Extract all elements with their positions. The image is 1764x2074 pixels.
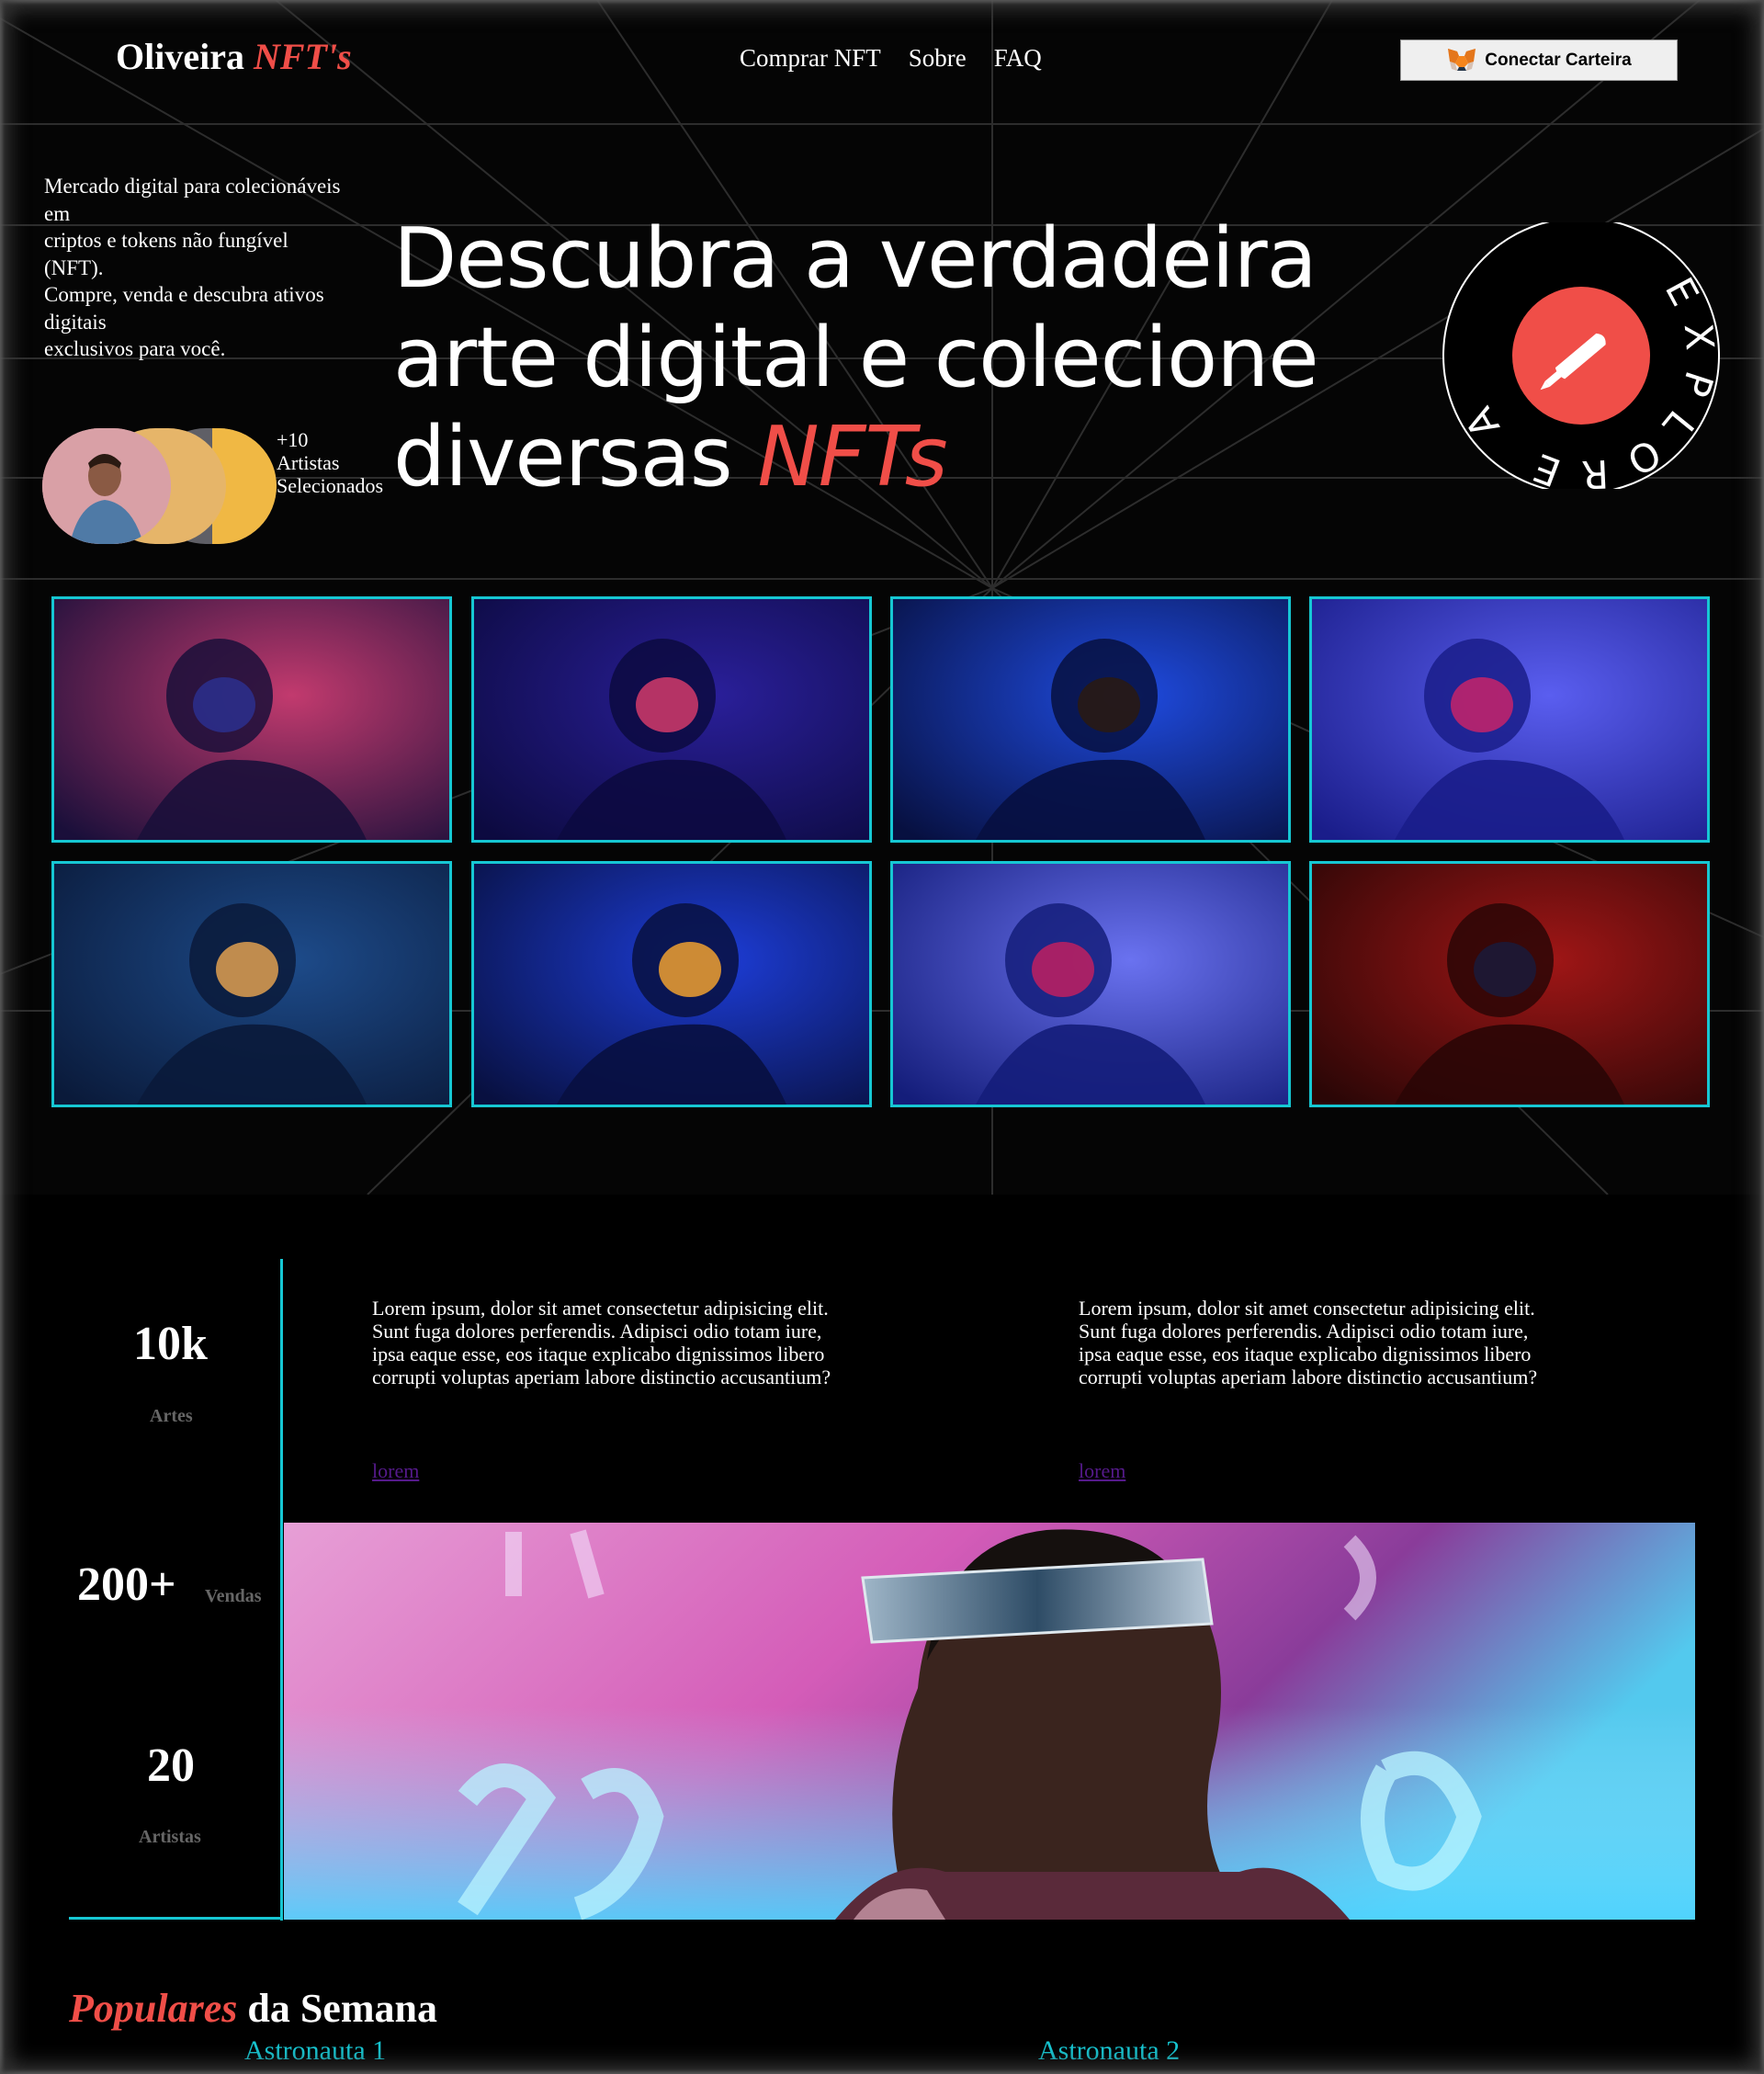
headline-prefix: diversas bbox=[393, 409, 758, 505]
headline-accent: NFTs bbox=[757, 409, 947, 505]
lorem-line: ipsa eaque esse, eos itaque explicabo di… bbox=[372, 1343, 825, 1366]
gallery-tile[interactable] bbox=[1309, 861, 1710, 1107]
featured-banner-image bbox=[284, 1523, 1695, 1920]
headline-line: diversas NFTs bbox=[393, 408, 1404, 507]
intro-line: criptos e tokens não fungível bbox=[44, 229, 288, 252]
lorem-line: corrupti voluptas aperiam labore distinc… bbox=[372, 1366, 831, 1388]
hero-section: Oliveira NFT's Comprar NFT Sobre FAQ Con… bbox=[0, 0, 1764, 1195]
gallery-tile[interactable] bbox=[51, 596, 452, 843]
artwork-astronaut-6 bbox=[474, 864, 869, 1105]
artwork-astronaut-5 bbox=[54, 864, 449, 1105]
logo-name: Oliveira bbox=[116, 36, 244, 77]
popular-item-astronauta-2[interactable]: Astronauta 2 bbox=[1038, 2035, 1180, 2067]
lorem-link[interactable]: lorem bbox=[1079, 1459, 1125, 1483]
explore-art-badge[interactable]: EXPLORE A ARTE bbox=[1441, 222, 1722, 489]
popular-title-accent: Populares bbox=[69, 1986, 238, 2031]
stat-value-artes: 10k bbox=[133, 1318, 208, 1370]
nav-comprar-nft[interactable]: Comprar NFT bbox=[740, 44, 881, 73]
intro-line: Mercado digital para colecionáveis bbox=[44, 175, 341, 198]
intro-line: em bbox=[44, 201, 71, 225]
headline-line: arte digital e colecione bbox=[393, 310, 1319, 406]
gallery-tile[interactable] bbox=[890, 596, 1291, 843]
artwork-astronaut-4 bbox=[1312, 599, 1707, 840]
logo-accent: NFT's bbox=[253, 36, 352, 77]
avatar bbox=[42, 428, 171, 544]
intro-line: digitais bbox=[44, 310, 107, 334]
lorem-block: Lorem ipsum, dolor sit amet consectetur … bbox=[372, 1297, 896, 1388]
lorem-line: Lorem ipsum, dolor sit amet consectetur … bbox=[372, 1297, 829, 1320]
hero-headline: Descubra a verdadeira arte digital e col… bbox=[393, 210, 1404, 507]
intro-line: Compre, venda e descubra ativos bbox=[44, 283, 324, 306]
gallery-tile[interactable] bbox=[1309, 596, 1710, 843]
artists-count-label: Selecionados bbox=[277, 474, 384, 497]
stat-value-vendas: 200+ bbox=[77, 1558, 176, 1611]
popular-section-title: Populares da Semana bbox=[69, 1985, 437, 2032]
stat-value-artistas: 20 bbox=[147, 1740, 195, 1792]
intro-text: Mercado digital para colecionáveis em cr… bbox=[44, 173, 393, 363]
artists-count-label: Artistas bbox=[277, 451, 340, 474]
stat-label-artes: Artes bbox=[150, 1406, 193, 1426]
gallery-tile[interactable] bbox=[890, 861, 1291, 1107]
artists-count: +10 Artistas Selecionados bbox=[277, 428, 383, 497]
lorem-line: Lorem ipsum, dolor sit amet consectetur … bbox=[1079, 1297, 1535, 1320]
lorem-line: Sunt fuga dolores perferendis. Adipisci … bbox=[372, 1320, 822, 1343]
artists-count-number: +10 bbox=[277, 428, 309, 451]
lorem-line: corrupti voluptas aperiam labore distinc… bbox=[1079, 1366, 1538, 1388]
main-nav: Comprar NFT Sobre FAQ bbox=[740, 44, 1042, 73]
stats-divider bbox=[69, 1917, 283, 1920]
artwork-astronaut-2 bbox=[474, 599, 869, 840]
nav-faq[interactable]: FAQ bbox=[994, 44, 1042, 73]
popular-title-rest: da Semana bbox=[237, 1986, 437, 2031]
headline-line: Descubra a verdadeira bbox=[393, 210, 1317, 307]
connect-wallet-button[interactable]: Conectar Carteira bbox=[1400, 40, 1678, 81]
artwork-astronaut-8 bbox=[1312, 864, 1707, 1105]
gallery-tile[interactable] bbox=[51, 861, 452, 1107]
gallery-tile[interactable] bbox=[471, 861, 872, 1107]
artwork-astronaut-1 bbox=[54, 599, 449, 840]
nav-sobre[interactable]: Sobre bbox=[909, 44, 967, 73]
artist-avatars bbox=[42, 428, 281, 544]
stats-divider bbox=[280, 1259, 283, 1921]
popular-item-astronauta-1[interactable]: Astronauta 1 bbox=[244, 2035, 386, 2067]
site-logo[interactable]: Oliveira NFT's bbox=[116, 35, 352, 78]
artwork-astronaut-3 bbox=[893, 599, 1288, 840]
stat-label-artistas: Artistas bbox=[139, 1827, 201, 1847]
artwork-astronaut-7 bbox=[893, 864, 1288, 1105]
wallet-label: Conectar Carteira bbox=[1485, 50, 1632, 70]
intro-line: (NFT). bbox=[44, 255, 104, 279]
gallery-tile[interactable] bbox=[471, 596, 872, 843]
lorem-line: Sunt fuga dolores perferendis. Adipisci … bbox=[1079, 1320, 1529, 1343]
intro-line: exclusivos para você. bbox=[44, 337, 226, 360]
lorem-block: Lorem ipsum, dolor sit amet consectetur … bbox=[1079, 1297, 1602, 1388]
lorem-line: ipsa eaque esse, eos itaque explicabo di… bbox=[1079, 1343, 1532, 1366]
metamask-fox-icon bbox=[1448, 48, 1476, 71]
stat-label-vendas: Vendas bbox=[205, 1586, 262, 1606]
lorem-link[interactable]: lorem bbox=[372, 1459, 419, 1483]
